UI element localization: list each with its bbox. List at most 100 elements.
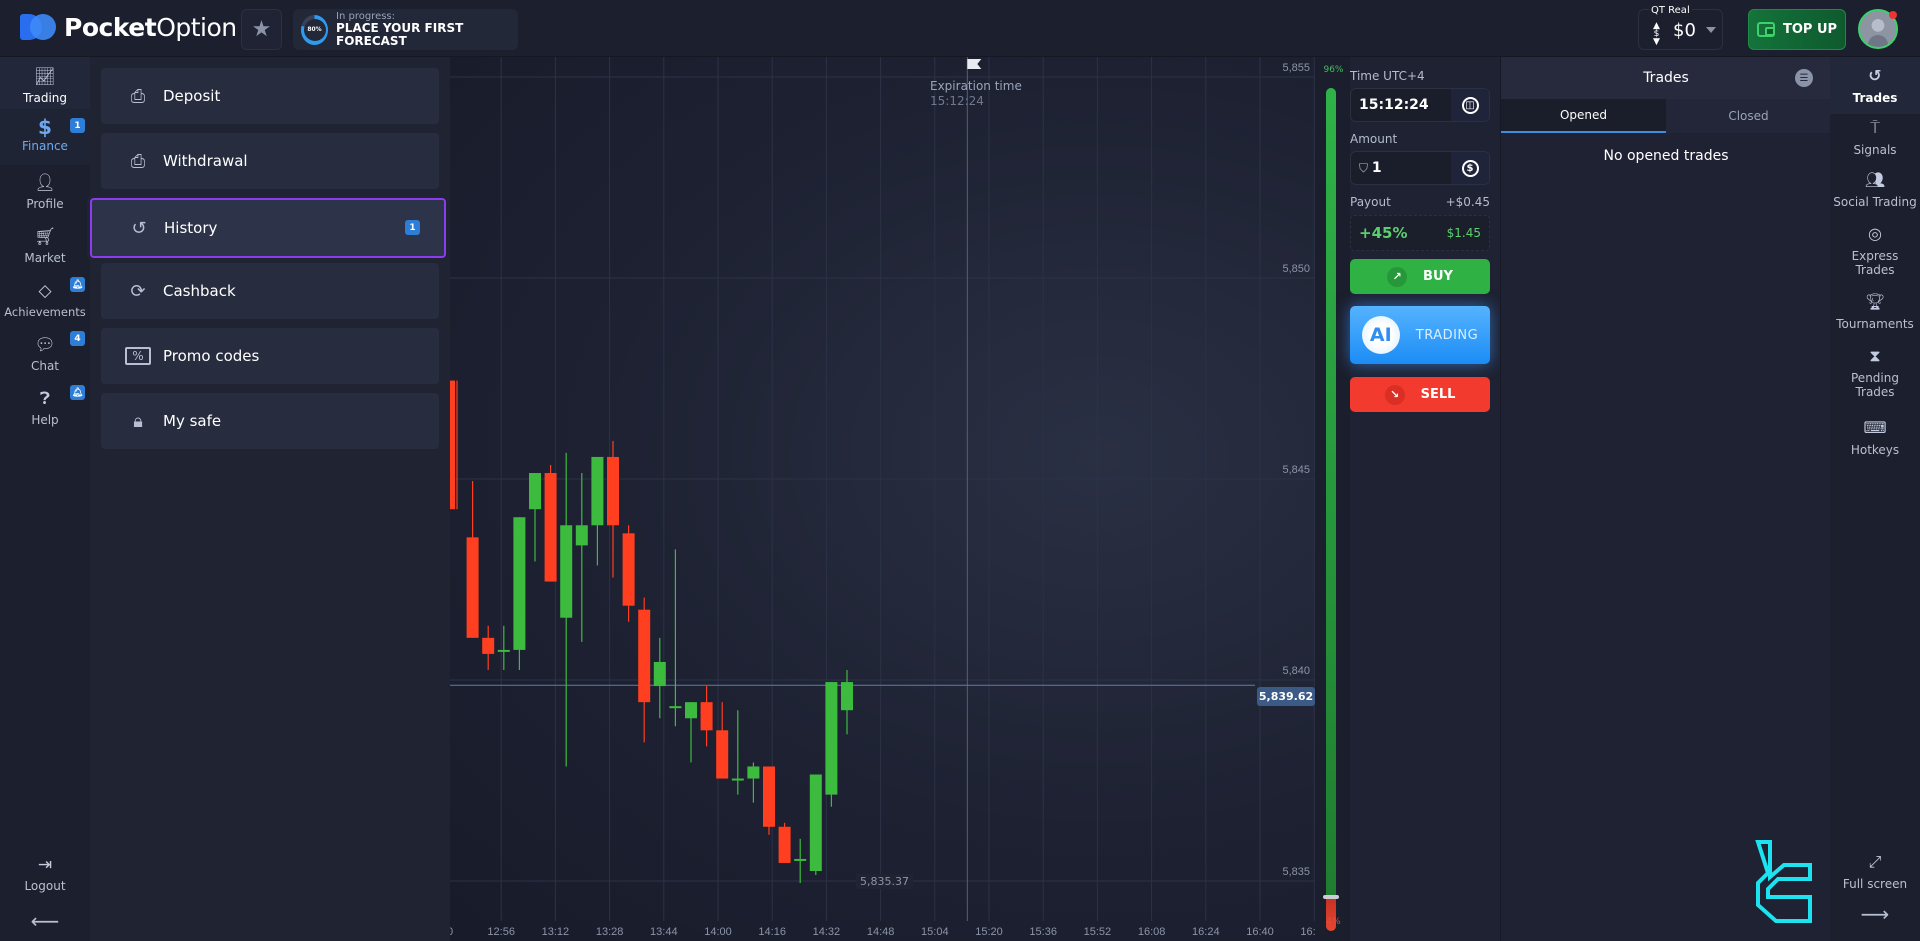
amount-field[interactable]: ⛉ 1 $ (1350, 151, 1490, 185)
finance-item-label: Cashback (163, 282, 236, 300)
x-tick-label: 16:08 (1138, 926, 1166, 938)
history-icon: ↺ (131, 217, 147, 239)
account-balance-selector[interactable]: QT Real ▲ $ ▼ $0 (1638, 5, 1723, 50)
dollar-circle-icon: $ (1461, 159, 1479, 177)
sidebar-item-label: Achievements (4, 305, 86, 319)
candle-bearish (622, 533, 635, 606)
sentiment-divider (1323, 895, 1339, 900)
candle-bullish (794, 858, 807, 861)
sidebar-item-trading[interactable]: 📈︎ Trading (0, 57, 90, 109)
shield-icon: ⛉ (1359, 161, 1372, 175)
top-up-label: TOP UP (1782, 22, 1838, 37)
low-price-label: 5,835.37 (856, 874, 913, 889)
trades-title: Trades (1643, 70, 1689, 86)
sidebar-item-express-trades[interactable]: ◎ Express Trades (1830, 224, 1920, 278)
finance-item-label: Promo codes (163, 347, 260, 365)
finance-item-deposit[interactable]: ⎙ Deposit (101, 68, 439, 124)
sidebar-item-label: Tournaments (1836, 317, 1914, 331)
expiration-time: 15:12:24 (930, 94, 984, 108)
favorites-button[interactable]: ★ (241, 9, 282, 50)
list-icon[interactable]: ☰ (1795, 69, 1813, 87)
finance-item-history[interactable]: ↺ History 1 (90, 198, 446, 258)
x-tick-label: 15:36 (1029, 926, 1057, 938)
finance-item-label: My safe (163, 412, 222, 430)
keyboard-icon: ⌨ (1863, 418, 1887, 437)
payout-percent: +45% (1359, 224, 1408, 242)
x-tick-label: 14:16 (758, 926, 786, 938)
finance-item-withdrawal[interactable]: ⎙ Withdrawal (101, 133, 439, 189)
account-type-label: QT Real (1649, 5, 1692, 16)
trades-history-icon: ↺ (1868, 66, 1882, 85)
sidebar-item-label: Pending Trades (1851, 371, 1899, 399)
x-tick-label: 14:00 (704, 926, 732, 938)
pocket-option-logo-icon (20, 12, 56, 42)
trades-header: Trades ☰ (1501, 57, 1831, 99)
buy-button[interactable]: ↗ BUY (1350, 259, 1490, 294)
candle-bearish (763, 766, 775, 827)
brand-logo[interactable]: PocketOption (20, 12, 237, 42)
time-mode-button[interactable]: ◫ (1451, 89, 1489, 121)
candlestick-chart[interactable]: 40 12:56 13:12 13:28 13:44 14:00 14:16 14:32 14:… (450, 57, 1315, 941)
sidebar-item-tournaments[interactable]: 🏆︎ Tournaments (1830, 294, 1920, 332)
cashback-icon: ⟳ (130, 280, 146, 302)
user-icon: 👤︎ (34, 173, 56, 193)
trader-sentiment: 96% 4% (1315, 57, 1350, 941)
target-icon: ◎ (1868, 224, 1882, 243)
expand-panel-button[interactable]: ⟶ (1830, 904, 1920, 924)
y-tick-label: 5,845 (1282, 464, 1310, 476)
x-tick-label: 16:56 (1300, 926, 1315, 938)
collapse-sidebar-button[interactable]: ⟵ (0, 909, 90, 933)
sidebar-item-market[interactable]: 🛒︎ Market (0, 227, 90, 265)
sidebar-item-pending-trades[interactable]: ⧗ Pending Trades (1830, 348, 1920, 400)
finance-item-label: Withdrawal (163, 152, 248, 170)
sidebar-item-signals[interactable]: ⍑ Signals (1830, 120, 1920, 158)
y-tick-label: 5,835 (1282, 866, 1310, 878)
price-chart[interactable]: 40 12:56 13:12 13:28 13:44 14:00 14:16 14:32 14:… (450, 57, 1315, 941)
finance-item-my-safe[interactable]: 🔒︎ My safe (101, 393, 439, 449)
sell-button[interactable]: ↘ SELL (1350, 377, 1490, 412)
sidebar-item-trades[interactable]: ↺ Trades (1830, 57, 1920, 114)
amount-value: 1 (1371, 160, 1382, 176)
finance-item-cashback[interactable]: ⟳ Cashback (101, 263, 439, 319)
onboarding-progress[interactable]: 80% In progress: PLACE YOUR FIRST FORECA… (293, 9, 518, 50)
top-up-button[interactable]: TOP UP (1748, 9, 1846, 50)
top-bar: PocketOption ★ 80% In progress: PLACE YO… (0, 0, 1920, 57)
y-tick-label: 5,840 (1282, 665, 1310, 677)
tab-closed[interactable]: Closed (1666, 99, 1831, 133)
current-price-tag: 5,839.62 (1257, 687, 1315, 706)
finance-item-promo-codes[interactable]: % Promo codes (101, 328, 439, 384)
logout-button[interactable]: ⇥ Logout (0, 855, 90, 893)
finance-badge: 1 (70, 118, 85, 133)
candle-bearish (466, 537, 479, 638)
empty-trades-message: No opened trades (1603, 148, 1729, 164)
tab-opened[interactable]: Opened (1501, 99, 1666, 133)
right-sidebar: ↺ Trades ⍑ Signals 👥︎ Social Trading ◎ E… (1830, 57, 1920, 941)
x-tick-label: 16:24 (1192, 926, 1220, 938)
sidebar-item-label: Signals (1853, 143, 1897, 157)
candle-bullish (825, 682, 838, 795)
fullscreen-button[interactable]: ⤢ Full screen (1830, 854, 1920, 892)
candle-bullish (497, 649, 510, 652)
currency-button[interactable]: $ (1451, 152, 1489, 184)
chart-line-icon: 📈︎ (34, 67, 56, 87)
ai-trading-button[interactable]: AI TRADING (1350, 306, 1490, 364)
sidebar-item-social-trading[interactable]: 👥︎ Social Trading (1830, 170, 1920, 210)
time-value: 15:12:24 (1359, 97, 1429, 113)
amount-label: Amount (1350, 132, 1398, 146)
users-group-icon: 👥︎ (1864, 170, 1886, 189)
x-tick-label: 15:52 (1084, 926, 1112, 938)
watermark-logo-icon (1755, 840, 1812, 923)
arrow-right-icon: ⟶ (1860, 902, 1890, 926)
sidebar-item-profile[interactable]: 👤︎ Profile (0, 173, 90, 211)
candle-bullish (841, 682, 853, 711)
sidebar-item-hotkeys[interactable]: ⌨ Hotkeys (1830, 418, 1920, 458)
time-field[interactable]: 15:12:24 ◫ (1350, 88, 1490, 122)
candle-bullish (513, 517, 526, 650)
candle-bullish (731, 778, 744, 781)
arrow-up-right-icon: ↗ (1387, 266, 1408, 287)
sentiment-bar (1326, 88, 1336, 931)
notification-dot (1889, 11, 1897, 19)
candle-bullish (653, 661, 666, 687)
sentiment-up-fill (1326, 88, 1336, 898)
balance-value: $0 (1673, 20, 1696, 41)
